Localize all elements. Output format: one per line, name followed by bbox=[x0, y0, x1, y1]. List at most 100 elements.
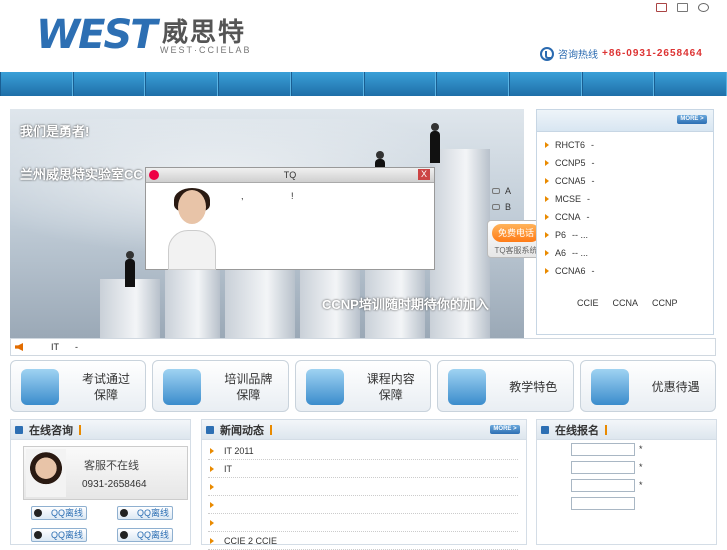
nav-item[interactable] bbox=[654, 72, 727, 96]
list-item[interactable]: IT 2011 bbox=[208, 442, 518, 460]
arrow-icon bbox=[210, 519, 214, 526]
footer-link[interactable]: CCNA bbox=[613, 298, 639, 308]
panel-marker-icon bbox=[206, 425, 214, 434]
panel-header: 在线报名 bbox=[537, 420, 716, 440]
favorite-icon[interactable] bbox=[698, 3, 709, 12]
feature-tiles: 考试通过 保障 培训品牌 保障 课程内容 保障 教学特色 优惠待遇 bbox=[10, 360, 717, 412]
panel-header: 新闻动态 MORE > bbox=[202, 420, 526, 440]
main-nav bbox=[0, 72, 727, 96]
arrow-icon bbox=[545, 160, 549, 166]
agent-avatar bbox=[168, 188, 216, 270]
list-item[interactable]: CCNA5- bbox=[545, 172, 595, 190]
banner-tagline: CCNP培训随时期待你的加入 bbox=[322, 297, 489, 312]
list-item[interactable]: P6 -- ... bbox=[545, 226, 595, 244]
arrow-icon bbox=[545, 268, 549, 274]
arrow-icon bbox=[210, 537, 214, 544]
person-figure bbox=[430, 123, 440, 163]
nav-item[interactable] bbox=[581, 72, 655, 96]
nav-item[interactable] bbox=[218, 72, 291, 96]
arrow-icon bbox=[210, 465, 214, 472]
signup-panel: 在线报名 * * * bbox=[536, 419, 717, 545]
nav-item[interactable] bbox=[290, 72, 364, 96]
signup-qq-field[interactable] bbox=[571, 496, 635, 510]
list-item[interactable]: CCNA6- bbox=[545, 262, 595, 280]
list-item[interactable]: CCIE 2 CCIE bbox=[208, 532, 518, 550]
close-icon[interactable]: X bbox=[418, 169, 430, 180]
more-button[interactable]: MORE > bbox=[677, 115, 707, 124]
panel-title: 在线报名 bbox=[555, 424, 599, 437]
notice-text: - bbox=[75, 342, 78, 352]
nav-item[interactable] bbox=[436, 72, 509, 96]
free-call-button[interactable]: 免费电话 bbox=[492, 224, 540, 242]
online-consult-panel: 在线咨询 客服不在线 0931-2658464 QQ离线 QQ离线 QQ离线 Q… bbox=[10, 419, 191, 545]
list-item[interactable]: CCNP5- bbox=[545, 154, 595, 172]
mail-icon[interactable] bbox=[677, 3, 688, 12]
divider bbox=[270, 424, 272, 435]
signup-course-field[interactable] bbox=[571, 478, 635, 492]
chat-popup[interactable]: TQ X , ! bbox=[145, 167, 435, 270]
chat-bubble-icon bbox=[492, 204, 500, 210]
feature-brand-guarantee[interactable]: 培训品牌 保障 bbox=[152, 360, 289, 412]
top-icons bbox=[656, 3, 709, 12]
signup-name-field[interactable] bbox=[571, 442, 635, 456]
contact-option[interactable]: A bbox=[492, 183, 511, 199]
feature-teaching[interactable]: 教学特色 bbox=[437, 360, 574, 412]
nav-item[interactable] bbox=[508, 72, 582, 96]
nav-item[interactable] bbox=[145, 72, 219, 96]
arrow-icon bbox=[545, 142, 549, 148]
phone-icon bbox=[540, 46, 554, 61]
certificate-icon bbox=[21, 369, 59, 405]
feature-discount[interactable]: 优惠待遇 bbox=[579, 360, 717, 412]
panel-title: 新闻动态 bbox=[220, 424, 264, 437]
list-item[interactable]: A6 -- ... bbox=[545, 244, 595, 262]
info-icon bbox=[590, 369, 629, 405]
course-panel: MORE > RHCT6- CCNP5- CCNA5- MCSE - CCNA - … bbox=[536, 109, 714, 335]
customer-service-card: 客服不在线 0931-2658464 bbox=[23, 446, 188, 500]
logo[interactable]: WEST bbox=[36, 12, 158, 58]
home-icon[interactable] bbox=[656, 3, 667, 12]
speaker-icon bbox=[15, 343, 23, 351]
scrolling-notice: IT - bbox=[10, 338, 716, 356]
more-button[interactable]: MORE > bbox=[490, 425, 520, 434]
qq-button[interactable]: QQ离线 bbox=[117, 528, 173, 542]
signup-field-row bbox=[571, 496, 635, 510]
list-item[interactable]: MCSE - bbox=[545, 190, 595, 208]
footer-link[interactable]: CCIE bbox=[577, 298, 599, 308]
nav-item[interactable] bbox=[72, 72, 146, 96]
panel-marker-icon bbox=[541, 425, 549, 434]
feature-course-guarantee[interactable]: 课程内容 保障 bbox=[294, 360, 432, 412]
signup-field-row: * bbox=[571, 460, 643, 474]
logo-subtitle: WEST·CCIELAB bbox=[160, 45, 252, 55]
list-item[interactable]: IT bbox=[208, 460, 518, 478]
download-icon bbox=[305, 369, 344, 405]
arrow-icon bbox=[210, 501, 214, 508]
free-call-widget[interactable]: 免费电话 TQ客服系统 bbox=[487, 220, 543, 258]
chat-message: ! bbox=[291, 191, 294, 201]
chat-title-bar[interactable]: TQ X bbox=[146, 168, 434, 183]
footer-link[interactable]: CCNP bbox=[652, 298, 678, 308]
nav-item[interactable] bbox=[363, 72, 437, 96]
envelope-icon bbox=[448, 369, 487, 405]
arrow-icon bbox=[210, 483, 214, 490]
news-list: IT 2011 IT CCIE 2 CCIE bbox=[208, 442, 518, 550]
list-item[interactable] bbox=[208, 514, 518, 532]
signup-phone-field[interactable] bbox=[571, 460, 635, 474]
contact-options: A B bbox=[492, 183, 511, 215]
course-footer-links: CCIE CCNA CCNP bbox=[577, 298, 678, 308]
list-item[interactable]: RHCT6- bbox=[545, 136, 595, 154]
qq-button[interactable]: QQ离线 bbox=[31, 506, 87, 520]
qq-button[interactable]: QQ离线 bbox=[117, 506, 173, 520]
news-panel: 新闻动态 MORE > IT 2011 IT CCIE 2 CCIE bbox=[201, 419, 527, 550]
qq-button[interactable]: QQ离线 bbox=[31, 528, 87, 542]
nav-item[interactable] bbox=[0, 72, 73, 96]
hotline: 咨询热线 +86-0931-2658464 bbox=[540, 46, 703, 61]
notice-text[interactable]: IT bbox=[51, 342, 59, 352]
contact-option[interactable]: B bbox=[492, 199, 511, 215]
list-item[interactable] bbox=[208, 496, 518, 514]
feature-exam-guarantee[interactable]: 考试通过 保障 bbox=[10, 360, 147, 412]
speaker-icon bbox=[163, 369, 202, 405]
panel-title: 在线咨询 bbox=[29, 424, 73, 437]
divider bbox=[79, 424, 81, 435]
list-item[interactable] bbox=[208, 478, 518, 496]
list-item[interactable]: CCNA - bbox=[545, 208, 595, 226]
